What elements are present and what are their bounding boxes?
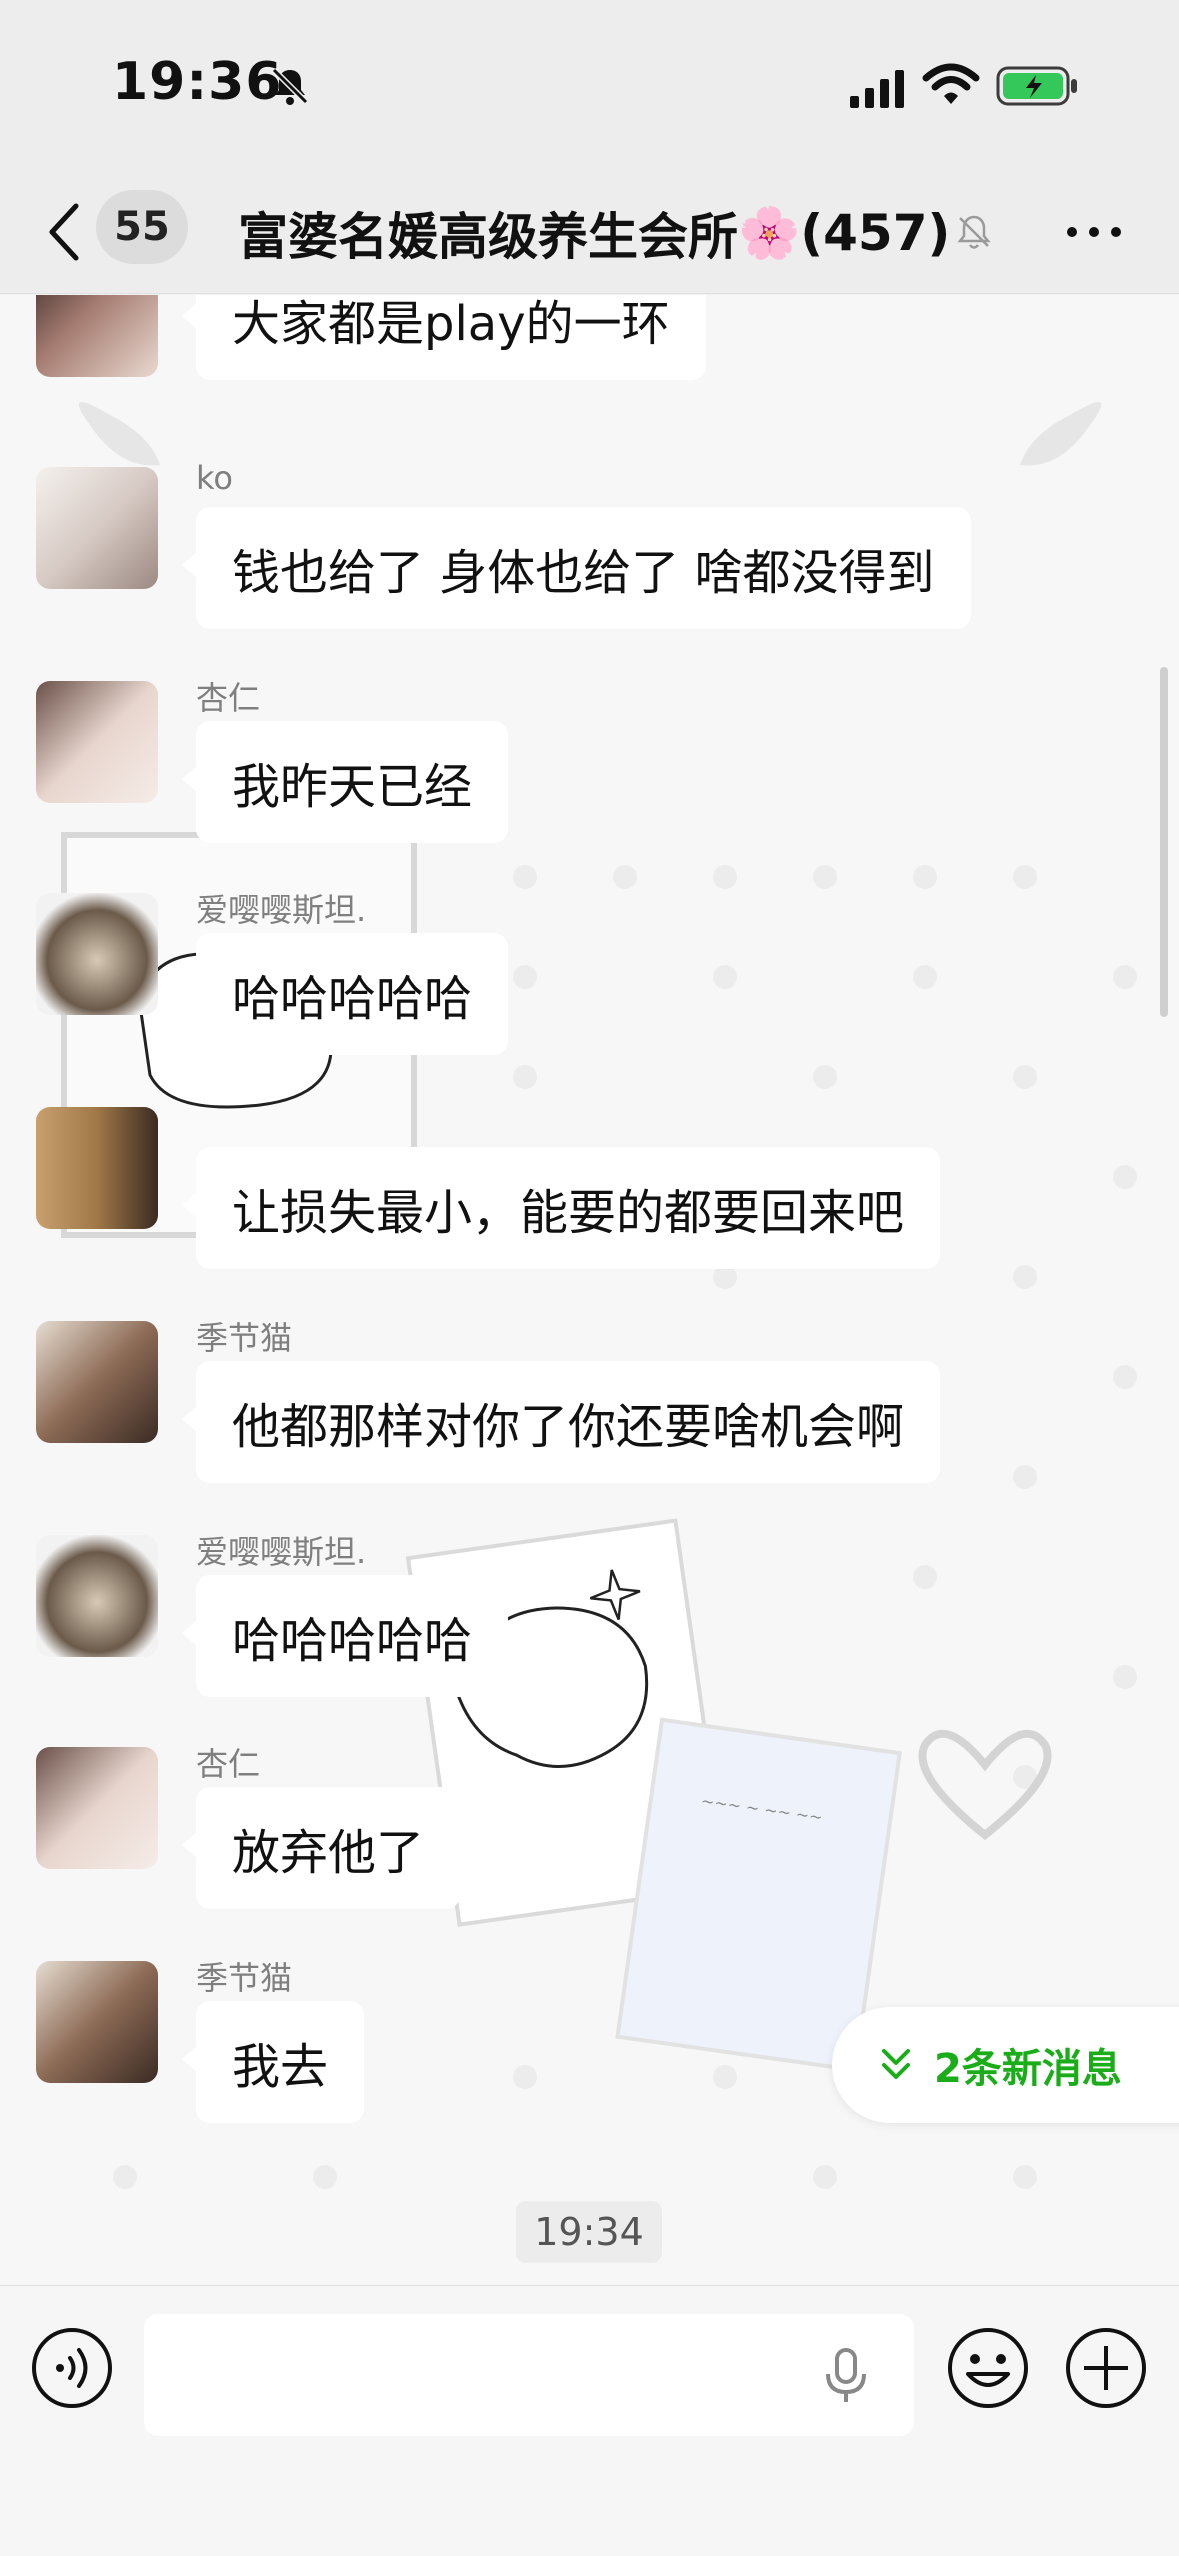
- chat-header: 55 富婆名媛高级养生会所 🌸 (457): [0, 170, 1179, 294]
- plus-icon[interactable]: [1064, 2326, 1148, 2410]
- flower-emoji: 🌸: [738, 203, 801, 262]
- message-bubble[interactable]: 他都那样对你了你还要啥机会啊: [181, 1361, 941, 1483]
- message-bubble[interactable]: 哈哈哈哈哈: [181, 933, 509, 1055]
- mute-icon: [271, 67, 309, 105]
- message-row: 杏仁 放弃他了: [0, 1745, 1179, 1909]
- status-bar: 19:36: [0, 0, 1179, 170]
- bell-slash-icon: [957, 215, 991, 249]
- avatar[interactable]: [36, 1535, 158, 1657]
- message-row: 让损失最小，能要的都要回来吧: [0, 1107, 1179, 1269]
- avatar[interactable]: [36, 1107, 158, 1229]
- wifi-icon: [922, 63, 980, 104]
- sender-name: ko: [196, 459, 233, 497]
- avatar[interactable]: [36, 681, 158, 803]
- sender-name: 季节猫: [196, 1959, 293, 1997]
- message-bubble[interactable]: 我去: [181, 2001, 365, 2123]
- message-input[interactable]: [144, 2314, 914, 2436]
- microphone-icon[interactable]: [820, 2346, 872, 2406]
- message-bubble[interactable]: 钱也给了 身体也给了 啥都没得到: [182, 507, 971, 629]
- sender-name: 爱嘤嘤斯坦.: [196, 1533, 367, 1571]
- sender-name: 杏仁: [196, 1745, 261, 1783]
- message-bubble[interactable]: 哈哈哈哈哈: [181, 1575, 509, 1697]
- input-bar: [0, 2285, 1179, 2556]
- message-row: 爱嘤嘤斯坦. 哈哈哈哈哈: [0, 891, 1179, 1055]
- new-messages-button[interactable]: 2条新消息: [832, 2007, 1179, 2123]
- avatar[interactable]: [36, 1747, 158, 1869]
- message-bubble[interactable]: 我昨天已经: [181, 721, 509, 843]
- emoji-icon[interactable]: [946, 2326, 1030, 2410]
- avatar[interactable]: [36, 1321, 158, 1443]
- chat-title[interactable]: 富婆名媛高级养生会所 🌸 (457): [238, 198, 950, 268]
- sender-name: 爱嘤嘤斯坦.: [196, 891, 367, 929]
- new-messages-label: 2条新消息: [934, 2046, 1122, 2092]
- message-row: 爱嘤嘤斯坦. 哈哈哈哈哈: [0, 1533, 1179, 1697]
- avatar[interactable]: [36, 467, 158, 589]
- message-bubble[interactable]: 让损失最小，能要的都要回来吧: [181, 1147, 941, 1269]
- message-row: 大家都是play的一环: [0, 295, 1179, 385]
- status-time: 19:36: [112, 52, 283, 112]
- battery-charging-icon: [996, 66, 1077, 106]
- message-row: ko 钱也给了 身体也给了 啥都没得到: [0, 459, 1179, 629]
- chat-message-list[interactable]: ~~~ ~ ~~ ~~ 大家都是play的一环 ko 钱也给了 身体也给了 啥都…: [0, 295, 1179, 2285]
- unread-count-badge[interactable]: 55: [96, 190, 188, 264]
- more-dots-icon[interactable]: [1062, 206, 1126, 258]
- member-count: (457): [800, 204, 951, 262]
- avatar[interactable]: [36, 893, 158, 1015]
- double-chevron-down-icon: [882, 2049, 910, 2079]
- cellular-signal-icon: [850, 70, 904, 108]
- avatar[interactable]: [36, 1961, 158, 2083]
- message-bubble[interactable]: 放弃他了: [181, 1787, 461, 1909]
- scrollbar[interactable]: [1160, 667, 1168, 1017]
- sender-name: 季节猫: [196, 1319, 293, 1357]
- message-row: 杏仁 我昨天已经: [0, 679, 1179, 843]
- group-name: 富婆名媛高级养生会所: [238, 208, 738, 266]
- voice-icon[interactable]: [30, 2326, 114, 2410]
- chevron-left-icon[interactable]: [44, 200, 84, 264]
- avatar[interactable]: [36, 295, 158, 377]
- sender-name: 杏仁: [196, 679, 261, 717]
- timestamp-divider: 19:34: [516, 2201, 662, 2263]
- message-row: 季节猫 他都那样对你了你还要啥机会啊: [0, 1319, 1179, 1483]
- message-bubble[interactable]: 大家都是play的一环: [182, 295, 706, 380]
